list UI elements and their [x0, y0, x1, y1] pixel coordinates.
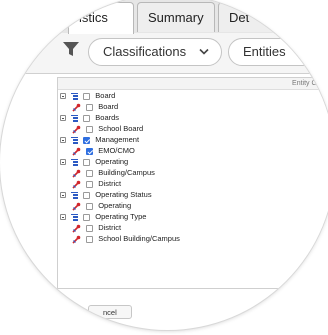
tree-row-school-board[interactable]: School Board — [72, 124, 143, 134]
tree-list-icon — [71, 136, 79, 144]
checkbox[interactable] — [83, 191, 91, 199]
tree-label: Operating Status — [95, 190, 152, 200]
classifications-dropdown[interactable]: Classifications — [88, 38, 222, 66]
tree-row-school-building-campus[interactable]: School Building/Campus — [72, 234, 180, 244]
checkbox[interactable] — [86, 202, 94, 210]
tree-row-operating-status[interactable]: Operating Status — [60, 190, 152, 200]
tree-row-board-child[interactable]: Board — [72, 102, 118, 112]
tree-list-icon — [71, 191, 79, 199]
tree-list-icon — [71, 158, 79, 166]
tree-label: Operating — [95, 157, 129, 167]
tree-list-icon — [71, 114, 79, 122]
tree-row-management[interactable]: Management — [60, 135, 139, 145]
checkbox[interactable] — [86, 180, 94, 188]
tree-label: Board — [95, 91, 116, 101]
checkbox[interactable] — [83, 92, 91, 100]
tree-list-icon — [71, 92, 79, 100]
collapse-toggle-icon[interactable] — [60, 137, 66, 144]
chevron-down-icon — [199, 48, 209, 55]
entity-wand-icon — [72, 235, 81, 244]
magnifier-lens: istics Summary Det Classifications Entit… — [0, 0, 328, 330]
tree-label: Operating — [98, 201, 132, 211]
tree-row-operating-child[interactable]: Operating — [72, 201, 131, 211]
filter-funnel-icon[interactable] — [62, 40, 80, 58]
tree-label: Management — [95, 135, 140, 145]
tree-label: Building/Campus — [98, 168, 155, 178]
entities-dropdown[interactable]: Entities — [228, 38, 324, 66]
tree-row-operating-type[interactable]: Operating Type — [60, 212, 146, 222]
tree-label: Board — [98, 102, 119, 112]
checkbox[interactable] — [86, 125, 94, 133]
checkbox-checked[interactable] — [86, 147, 94, 155]
column-header-entity-class: Entity Class — [292, 80, 328, 87]
tree-label: Boards — [95, 113, 120, 123]
entity-wand-icon — [72, 180, 81, 189]
checkbox[interactable] — [83, 158, 91, 166]
entity-wand-icon — [72, 169, 81, 178]
checkbox[interactable] — [86, 169, 94, 177]
tree-row-boards[interactable]: Boards — [60, 113, 119, 123]
cancel-button-label: ncel — [103, 308, 117, 317]
tree-label: School Building/Campus — [98, 234, 180, 244]
tab-label: Summary — [148, 10, 204, 25]
app-view: istics Summary Det Classifications Entit… — [0, 0, 328, 330]
checkbox[interactable] — [86, 235, 94, 243]
cancel-button[interactable]: ncel — [88, 305, 132, 319]
checkbox-checked[interactable] — [83, 136, 91, 144]
tree-label: Operating Type — [95, 212, 147, 222]
collapse-toggle-icon[interactable] — [60, 159, 66, 166]
tree-list-icon — [71, 213, 79, 221]
entities-label: Entities — [243, 44, 286, 59]
tab-summary[interactable]: Summary — [137, 2, 215, 32]
tree-label: District — [98, 179, 122, 189]
checkbox[interactable] — [86, 224, 94, 232]
entity-wand-icon — [72, 125, 81, 134]
tree-label: District — [98, 223, 122, 233]
tab-details[interactable]: Det — [218, 2, 298, 32]
classifications-label: Classifications — [103, 44, 187, 59]
tree-row-operating[interactable]: Operating — [60, 157, 128, 167]
collapse-toggle-icon[interactable] — [60, 192, 66, 199]
collapse-toggle-icon[interactable] — [60, 214, 66, 221]
entity-wand-icon — [72, 224, 81, 233]
collapse-toggle-icon[interactable] — [60, 115, 66, 122]
classification-tree-panel: Entity Class Board Board Boards School B… — [57, 77, 328, 289]
panel-header: Entity Class — [58, 78, 328, 90]
tree-row-district-type[interactable]: District — [72, 223, 121, 233]
tree-row-building-campus[interactable]: Building/Campus — [72, 168, 155, 178]
entity-wand-icon — [72, 147, 81, 156]
entity-wand-icon — [72, 103, 81, 112]
checkbox[interactable] — [83, 114, 91, 122]
entity-wand-icon — [72, 202, 81, 211]
tab-label: istics — [79, 10, 108, 25]
screenshot-stage: istics Summary Det Classifications Entit… — [0, 0, 328, 335]
checkbox[interactable] — [86, 103, 94, 111]
tree-row-emo-cmo[interactable]: EMO/CMO — [72, 146, 135, 156]
checkbox[interactable] — [83, 213, 91, 221]
tree-row-board[interactable]: Board — [60, 91, 115, 101]
tab-bar: istics Summary Det — [0, 0, 328, 34]
tab-label: Det — [229, 10, 250, 25]
tree-row-district[interactable]: District — [72, 179, 121, 189]
collapse-toggle-icon[interactable] — [60, 93, 66, 100]
tree-label: School Board — [98, 124, 144, 134]
tab-statistics[interactable]: istics — [68, 2, 134, 34]
tree-label: EMO/CMO — [98, 146, 135, 156]
